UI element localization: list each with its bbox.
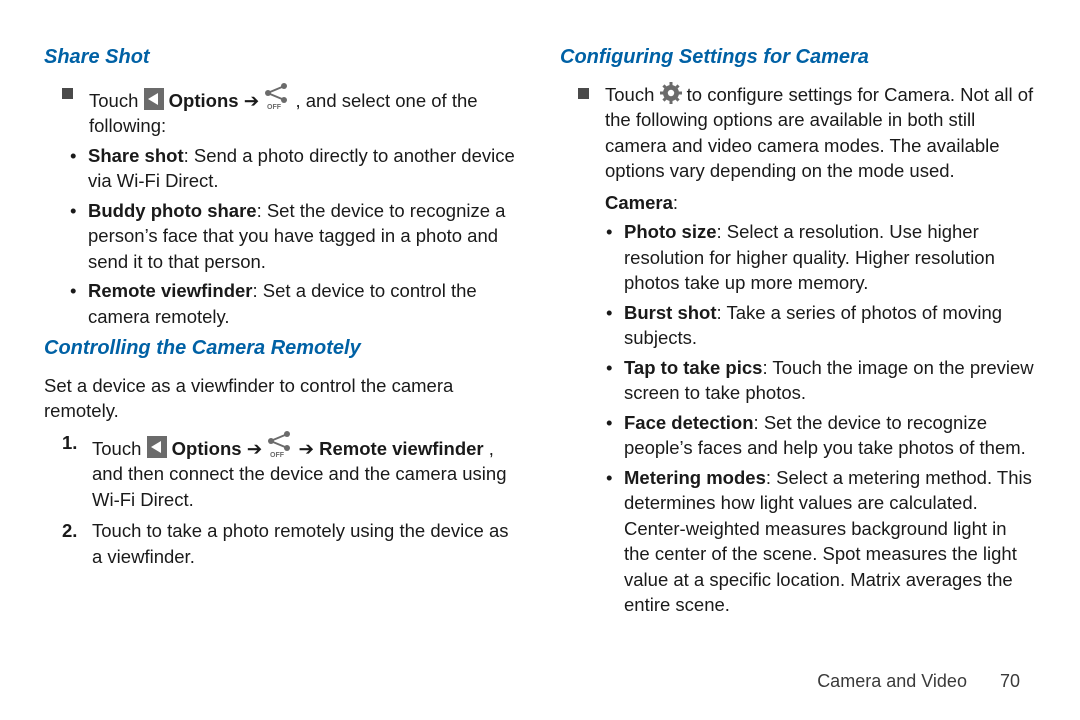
label-camera: Camera [605,192,673,213]
list-item: Face detection: Set the device to recogn… [620,410,1036,461]
list-item: Metering modes: Select a metering method… [620,465,1036,618]
options-icon [147,436,167,458]
left-column: Share Shot Touch Options ➔ , and select … [44,38,520,622]
arrow-icon: ➔ [247,438,268,459]
footer-page-number: 70 [1000,671,1020,691]
footer-section: Camera and Video [817,671,967,691]
list-item: Photo size: Select a resolution. Use hig… [620,219,1036,296]
heading-config-settings: Configuring Settings for Camera [560,44,1036,72]
text-touch: Touch [605,84,660,105]
heading-controlling-remote: Controlling the Camera Remotely [44,335,520,363]
text-touch: Touch [89,90,144,111]
label-options: Options [169,90,239,111]
gear-icon [660,82,682,104]
square-bullet-icon [62,88,73,99]
list-item: Touch Options ➔ ➔ Remote viewfinder , an… [84,430,520,513]
list-item: Touch to take a photo remotely using the… [84,518,520,569]
list-item: Remote viewfinder: Set a device to contr… [84,278,520,329]
right-column: Configuring Settings for Camera Touch to… [560,38,1036,622]
share-off-icon [267,430,293,458]
page: Share Shot Touch Options ➔ , and select … [0,0,1080,622]
square-bullet-icon [578,88,589,99]
config-block: Touch to configure settings for Camera. … [560,82,1036,184]
list-item: Tap to take pics: Touch the image on the… [620,355,1036,406]
options-icon [144,88,164,110]
intro-text: Set a device as a viewfinder to control … [44,373,520,424]
camera-bullets: Photo size: Select a resolution. Use hig… [560,219,1036,618]
list-item: Burst shot: Take a series of photos of m… [620,300,1036,351]
heading-share-shot: Share Shot [44,44,520,72]
share-shot-block: Touch Options ➔ , and select one of the … [44,82,520,139]
remote-steps: Touch Options ➔ ➔ Remote viewfinder , an… [44,430,520,570]
arrow-icon: ➔ [244,90,265,111]
page-footer: Camera and Video 70 [817,669,1020,694]
list-item: Share shot: Send a photo directly to ano… [84,143,520,194]
list-item: Buddy photo share: Set the device to rec… [84,198,520,275]
share-off-icon [264,82,290,110]
arrow-icon: ➔ [298,438,319,459]
share-shot-bullets: Share shot: Send a photo directly to ano… [44,143,520,330]
camera-label-row: Camera: [560,190,1036,216]
